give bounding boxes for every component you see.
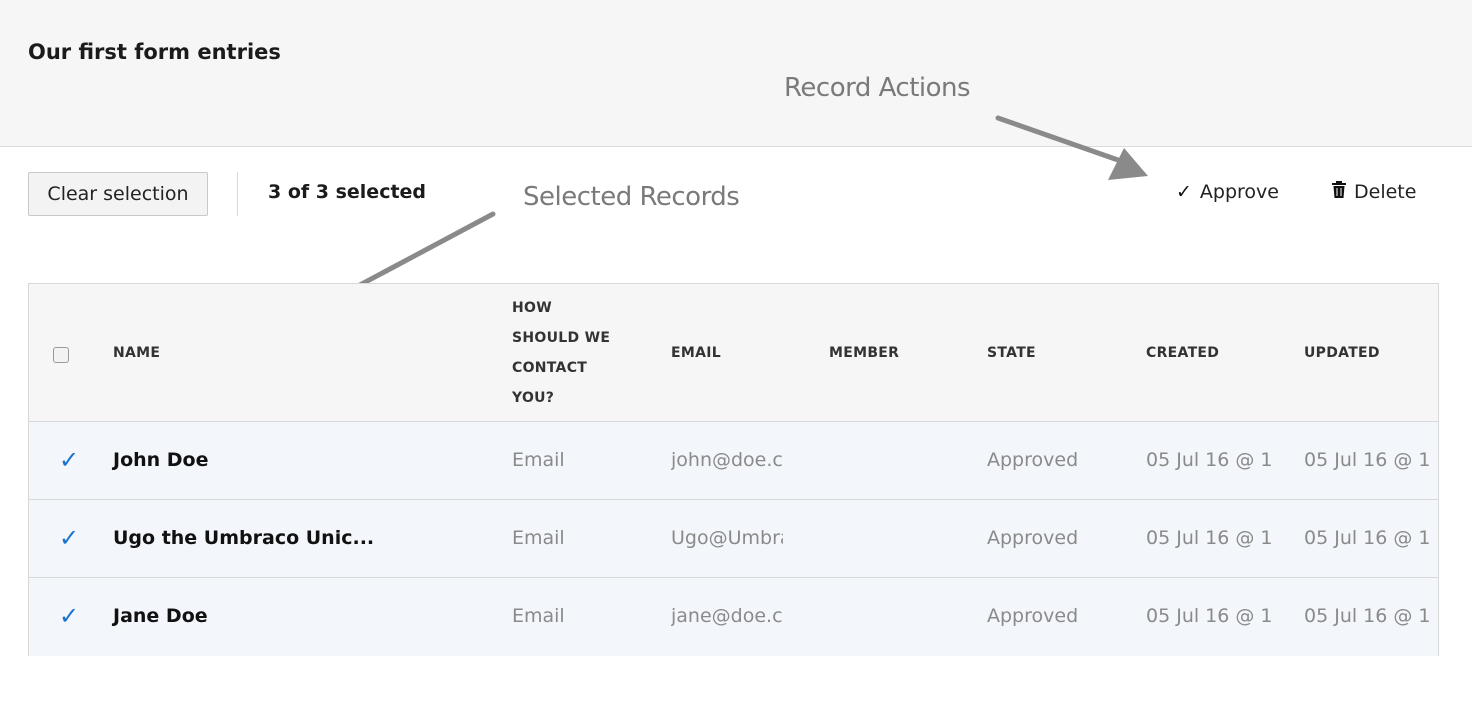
column-header-created[interactable]: CREATED [1146, 345, 1219, 361]
cell-email: john@doe.cc [671, 449, 783, 471]
cell-created: 05 Jul 16 @ 1 [1146, 605, 1273, 627]
column-header-updated[interactable]: UPDATED [1304, 345, 1380, 361]
column-header-email[interactable]: EMAIL [671, 345, 721, 361]
column-header-name[interactable]: NAME [113, 345, 160, 361]
column-header-member[interactable]: MEMBER [829, 345, 899, 361]
entries-table: NAME HOW SHOULD WE CONTACT YOU? EMAIL ME… [28, 283, 1439, 656]
cell-contact: Email [512, 527, 565, 549]
column-header-state[interactable]: STATE [987, 345, 1036, 361]
cell-updated: 05 Jul 16 @ 1 [1304, 605, 1431, 627]
selected-check-icon[interactable]: ✓ [59, 448, 79, 472]
cell-name: John Doe [113, 449, 209, 471]
cell-updated: 05 Jul 16 @ 1 [1304, 527, 1431, 549]
table-header: NAME HOW SHOULD WE CONTACT YOU? EMAIL ME… [29, 284, 1438, 422]
table-row[interactable]: ✓ Ugo the Umbraco Unic... Email Ugo@Umbr… [29, 500, 1438, 578]
record-actions-arrowhead [1108, 148, 1148, 180]
annotation-record-actions: Record Actions [784, 73, 971, 103]
cell-contact: Email [512, 605, 565, 627]
toolbar-divider [237, 172, 238, 216]
cell-created: 05 Jul 16 @ 1 [1146, 527, 1273, 549]
form-entries-page: Our first form entries Clear selection 3… [0, 0, 1472, 708]
column-header-contact[interactable]: HOW SHOULD WE CONTACT YOU? [512, 293, 622, 413]
delete-label: Delete [1354, 181, 1417, 203]
checkmark-icon: ✓ [1176, 181, 1192, 203]
cell-email: jane@doe.cc [671, 605, 783, 627]
table-row[interactable]: ✓ Jane Doe Email jane@doe.cc Approved 05… [29, 578, 1438, 656]
approve-button[interactable]: ✓ Approve [1176, 181, 1279, 203]
annotation-selected-records: Selected Records [523, 182, 740, 212]
cell-name: Ugo the Umbraco Unic... [113, 527, 375, 549]
cell-email: Ugo@Umbra [671, 527, 783, 549]
cell-updated: 05 Jul 16 @ 1 [1304, 449, 1431, 471]
table-row[interactable]: ✓ John Doe Email john@doe.cc Approved 05… [29, 422, 1438, 500]
cell-name: Jane Doe [113, 605, 208, 627]
cell-state: Approved [987, 605, 1079, 627]
clear-selection-button[interactable]: Clear selection [28, 172, 208, 216]
trash-icon [1332, 181, 1346, 203]
cell-state: Approved [987, 527, 1079, 549]
selected-check-icon[interactable]: ✓ [59, 604, 79, 628]
page-title: Our first form entries [28, 40, 281, 64]
delete-button[interactable]: Delete [1332, 181, 1416, 203]
cell-created: 05 Jul 16 @ 1 [1146, 449, 1273, 471]
approve-label: Approve [1199, 181, 1279, 203]
cell-contact: Email [512, 449, 565, 471]
cell-state: Approved [987, 449, 1079, 471]
page-header: Our first form entries [0, 0, 1472, 147]
selected-count: 3 of 3 selected [268, 181, 427, 203]
selected-check-icon[interactable]: ✓ [59, 526, 79, 550]
select-all-checkbox[interactable] [53, 347, 69, 363]
